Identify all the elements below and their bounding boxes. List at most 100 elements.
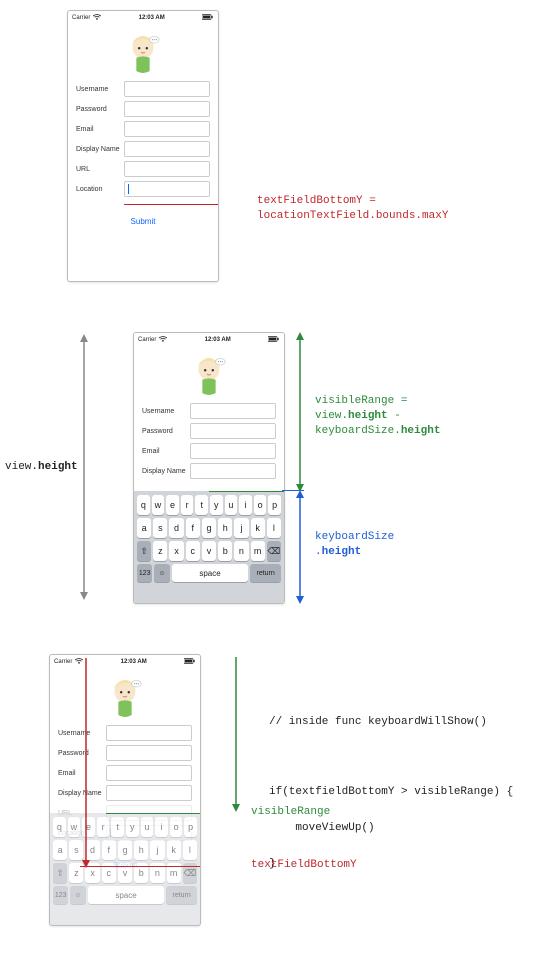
key-b[interactable]: b xyxy=(218,541,232,561)
key-emoji[interactable]: ☺ xyxy=(154,564,169,582)
battery-icon xyxy=(184,658,196,666)
key-c[interactable]: c xyxy=(186,541,200,561)
key-j[interactable]: j xyxy=(150,840,164,860)
key-z[interactable]: z xyxy=(153,541,167,561)
key-numbers[interactable]: 123 xyxy=(53,886,68,904)
phone-2: Carrier 12:03 AM Username Password Email… xyxy=(133,332,285,604)
phone-3: Carrier 12:03 AM Username Password Email… xyxy=(49,654,201,926)
code-line: if(textfieldBottomY > visibleRange) { xyxy=(269,786,513,798)
key-k[interactable]: k xyxy=(167,840,181,860)
key-d[interactable]: d xyxy=(169,518,183,538)
key-t[interactable]: t xyxy=(195,495,208,515)
key-r[interactable]: r xyxy=(181,495,194,515)
key-n[interactable]: n xyxy=(234,541,248,561)
clock-label: 12:03 AM xyxy=(101,15,202,21)
input-password[interactable] xyxy=(106,745,192,761)
key-q[interactable]: q xyxy=(137,495,150,515)
key-o[interactable]: o xyxy=(170,817,183,837)
key-y[interactable]: y xyxy=(126,817,139,837)
key-o[interactable]: o xyxy=(254,495,267,515)
key-k[interactable]: k xyxy=(251,518,265,538)
input-location[interactable] xyxy=(124,181,210,197)
annotation-textfield-bottom-label: textFieldBottomY xyxy=(251,858,357,873)
key-g[interactable]: g xyxy=(118,840,132,860)
key-y[interactable]: y xyxy=(210,495,223,515)
input-display-name[interactable] xyxy=(190,463,276,479)
key-s[interactable]: s xyxy=(153,518,167,538)
input-email[interactable] xyxy=(106,765,192,781)
key-a[interactable]: a xyxy=(53,840,67,860)
annotation-visible-range-label: visibleRange xyxy=(251,805,330,820)
keyboard[interactable]: qwertyuiop asdfghjkl ⇧zxcvbnm⌫ 123☺space… xyxy=(134,491,284,603)
key-space[interactable]: space xyxy=(88,886,165,904)
key-t[interactable]: t xyxy=(111,817,124,837)
key-shift[interactable]: ⇧ xyxy=(137,541,151,561)
key-e[interactable]: e xyxy=(166,495,179,515)
key-p[interactable]: p xyxy=(184,817,197,837)
arrow-view-height xyxy=(77,332,91,602)
key-space[interactable]: space xyxy=(172,564,249,582)
status-bar: Carrier 12:03 AM xyxy=(134,333,284,345)
annotation-textfield-bottom: textFieldBottomY = locationTextField.bou… xyxy=(257,194,448,224)
label-username: Username xyxy=(76,86,124,93)
input-display-name[interactable] xyxy=(124,141,210,157)
key-i[interactable]: i xyxy=(155,817,168,837)
avatar-image xyxy=(106,675,144,719)
arrow-keyboard-height xyxy=(293,490,307,606)
keyboard-row: 123☺spacereturn xyxy=(137,564,281,582)
carrier-label: Carrier xyxy=(54,659,72,665)
annotation-view-height: view.height xyxy=(5,460,78,475)
key-h[interactable]: h xyxy=(218,518,232,538)
label-display-name: Display Name xyxy=(76,146,124,153)
keyboard-row: qwertyuiop xyxy=(53,817,197,837)
key-u[interactable]: u xyxy=(141,817,154,837)
key-x[interactable]: x xyxy=(169,541,183,561)
arrow-textfield-bottom xyxy=(80,655,92,870)
input-url[interactable] xyxy=(124,161,210,177)
submit-button[interactable]: Submit xyxy=(76,217,210,226)
keyboard-row: asdfghjkl xyxy=(53,840,197,860)
text-cursor xyxy=(128,184,129,194)
wifi-icon xyxy=(159,336,167,344)
key-f[interactable]: f xyxy=(186,518,200,538)
input-email[interactable] xyxy=(124,121,210,137)
input-password[interactable] xyxy=(190,423,276,439)
key-g[interactable]: g xyxy=(202,518,216,538)
key-q[interactable]: q xyxy=(53,817,66,837)
label-display-name: Display Name xyxy=(142,468,190,475)
key-h[interactable]: h xyxy=(134,840,148,860)
key-w[interactable]: w xyxy=(152,495,165,515)
code-line: // inside func keyboardWillShow() xyxy=(269,716,513,728)
key-f[interactable]: f xyxy=(102,840,116,860)
input-username[interactable] xyxy=(124,81,210,97)
carrier-label: Carrier xyxy=(138,337,156,343)
keyboard[interactable]: qwertyuiop asdfghjkl ⇧zxcvbnm⌫ 123☺space… xyxy=(50,813,200,925)
key-i[interactable]: i xyxy=(239,495,252,515)
status-bar: Carrier 12:03 AM xyxy=(50,655,200,667)
key-j[interactable]: j xyxy=(234,518,248,538)
input-email[interactable] xyxy=(190,443,276,459)
key-delete[interactable]: ⌫ xyxy=(267,541,281,561)
key-w[interactable]: w xyxy=(68,817,81,837)
input-password[interactable] xyxy=(124,101,210,117)
annotation-line: .height xyxy=(315,545,394,560)
key-emoji[interactable]: ☺ xyxy=(70,886,85,904)
key-p[interactable]: p xyxy=(268,495,281,515)
input-display-name[interactable] xyxy=(106,785,192,801)
key-a[interactable]: a xyxy=(137,518,151,538)
key-return[interactable]: return xyxy=(166,886,197,904)
annotation-line: textFieldBottomY = xyxy=(257,194,448,209)
key-u[interactable]: u xyxy=(225,495,238,515)
input-username[interactable] xyxy=(106,725,192,741)
key-return[interactable]: return xyxy=(250,564,281,582)
key-r[interactable]: r xyxy=(97,817,110,837)
key-l[interactable]: l xyxy=(183,840,197,860)
key-m[interactable]: m xyxy=(251,541,265,561)
key-shift[interactable]: ⇧ xyxy=(53,863,67,883)
green-visible-line xyxy=(209,491,285,492)
arrow-visible-range-3 xyxy=(229,654,243,814)
key-l[interactable]: l xyxy=(267,518,281,538)
input-username[interactable] xyxy=(190,403,276,419)
key-numbers[interactable]: 123 xyxy=(137,564,152,582)
key-v[interactable]: v xyxy=(202,541,216,561)
